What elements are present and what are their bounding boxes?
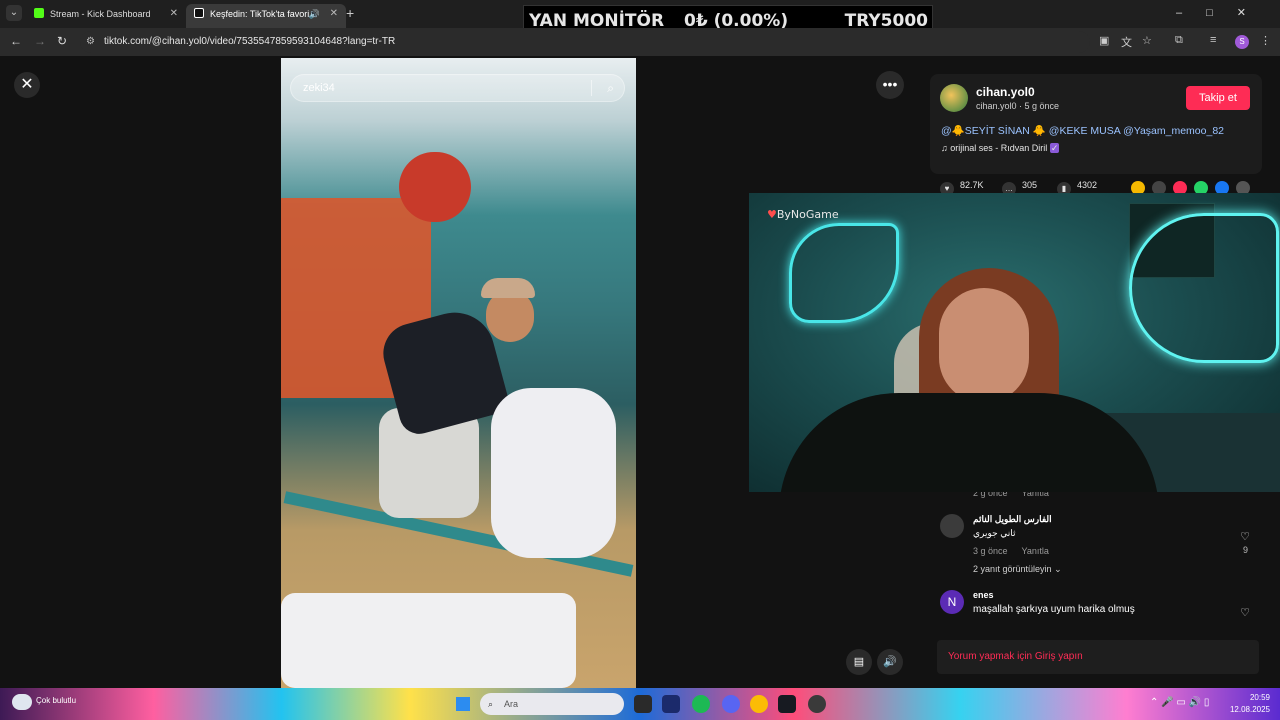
more-options-button[interactable]: •••	[876, 71, 904, 99]
comment-text: ثاني جويري	[973, 528, 1016, 538]
reading-list-icon[interactable]: ≡	[1210, 34, 1216, 46]
tab-kick-dashboard[interactable]: Stream - Kick Dashboard ✕	[26, 4, 186, 28]
view-replies-text: 2 yanıt görüntüleyin	[973, 564, 1052, 574]
heart-icon[interactable]: ♡	[1240, 606, 1250, 619]
url-text: tiktok.com/@cihan.yol0/video/75355478595…	[104, 36, 396, 47]
chevron-down-icon: ⌄	[1054, 564, 1062, 574]
close-icon[interactable]: ✕	[14, 72, 40, 98]
reload-icon[interactable]: ↻	[57, 34, 67, 48]
taskbar-search[interactable]: ⌕ Ara	[480, 693, 624, 715]
cam-streamer-face	[939, 288, 1029, 403]
music-title: orijinal ses - Rıdvan Diril	[950, 143, 1048, 153]
weather-widget[interactable]: Çok bulutlu	[10, 694, 77, 710]
clock-time: 20:59	[1249, 693, 1270, 702]
app-icon[interactable]	[662, 695, 680, 713]
task-view-icon[interactable]	[634, 695, 652, 713]
video-scene-cap	[481, 278, 535, 298]
close-tab-icon[interactable]: ✕	[170, 4, 178, 24]
cam-neon-light	[789, 223, 899, 323]
cam-neon-light	[1129, 213, 1279, 363]
back-icon[interactable]: ←	[10, 34, 22, 48]
cam-label-text: ByNoGame	[776, 208, 839, 221]
tab-title: Keşfedin: TikTok'ta favori vi	[210, 9, 310, 19]
music-info[interactable]: ♫ orijinal ses - Rıdvan Diril ✓	[941, 143, 1060, 154]
video-scene-bale	[281, 593, 576, 688]
reply-link[interactable]: Yanıtla	[1022, 546, 1049, 556]
author-username[interactable]: cihan.yol0	[976, 85, 1035, 99]
chrome-icon[interactable]	[750, 695, 768, 713]
comment-author[interactable]: الفارس الطويل النائم	[973, 514, 1052, 525]
save-count: 4302	[1077, 180, 1098, 190]
verified-icon: ✓	[1049, 143, 1060, 153]
search-icon: ⌕	[488, 699, 494, 709]
cast-icon[interactable]: ▣	[1099, 34, 1109, 47]
tab-title: Stream - Kick Dashboard	[50, 9, 150, 19]
video-player[interactable]: zeki34 ⌕	[281, 58, 636, 688]
kick-icon	[34, 8, 44, 18]
heart-icon[interactable]: ♡	[1240, 530, 1250, 543]
comment-like-count: 9	[1242, 545, 1248, 555]
tiktok-icon	[194, 8, 204, 18]
cam-label: ♥ByNoGame	[767, 208, 839, 221]
clock-date: 12.08.2025	[1229, 705, 1270, 714]
search-text: zeki34	[303, 82, 335, 94]
music-note-icon: ♫	[941, 143, 951, 153]
video-scene-sack	[491, 388, 616, 558]
spotify-icon[interactable]	[692, 695, 710, 713]
new-tab-button[interactable]: +	[346, 5, 354, 21]
follow-button[interactable]: Takip et	[1186, 86, 1250, 110]
extensions-icon[interactable]: ⧉	[1175, 34, 1183, 47]
speaker-icon[interactable]: 🔊	[309, 4, 320, 24]
cam-streamer-body	[779, 393, 1159, 492]
search-divider	[591, 80, 592, 96]
cloud-icon	[12, 694, 32, 710]
address-bar[interactable]: ⚙ tiktok.com/@cihan.yol0/video/753554785…	[80, 31, 1090, 53]
pip-button[interactable]: ▤	[846, 649, 872, 675]
comment-count: 305	[1022, 180, 1038, 190]
comment-time: 3 g önce	[973, 546, 1008, 556]
forward-icon[interactable]: →	[34, 34, 46, 48]
taskbar-search-placeholder: Ara	[504, 699, 519, 709]
translate-icon[interactable]: 文	[1121, 34, 1132, 50]
comment-text: maşallah şarkıya uyum harika olmuş	[973, 604, 1135, 615]
author-panel: cihan.yol0 cihan.yol0 · 5 g önce Takip e…	[930, 74, 1262, 174]
discord-icon[interactable]	[722, 695, 740, 713]
menu-icon[interactable]: ⋮	[1260, 34, 1271, 47]
webcam-overlay: ♥ByNoGame	[749, 193, 1280, 492]
site-info-icon[interactable]: ⚙	[86, 31, 95, 53]
taskbar: Çok bulutlu ⌕ Ara ⌃ 🎤 ▭ 🔊 ▯ 20:59 12.08.20…	[0, 688, 1280, 720]
comment-avatar[interactable]	[940, 514, 964, 538]
like-count: 82.7K	[960, 180, 984, 190]
weather-text: Çok bulutlu	[36, 696, 77, 705]
profile-avatar[interactable]: S	[1235, 35, 1249, 49]
steam-icon[interactable]	[778, 695, 796, 713]
search-icon[interactable]: ⌕	[607, 75, 614, 101]
tab-tiktok[interactable]: Keşfedin: TikTok'ta favori vi 🔊 ✕	[186, 4, 346, 28]
start-button[interactable]	[456, 697, 470, 711]
author-meta: cihan.yol0 · 5 g önce	[976, 101, 1060, 111]
search-input[interactable]: zeki34 ⌕	[290, 74, 625, 102]
comment-item: الفارس الطويل النائم ثاني جويري 3 g önce…	[930, 514, 1262, 584]
view-replies-link[interactable]: 2 yanıt görüntüleyin ⌄	[973, 564, 1062, 575]
clock[interactable]: 20:59 12.08.2025	[1230, 692, 1270, 716]
comment-avatar[interactable]: N	[940, 590, 964, 614]
window-controls[interactable]: –□✕	[1176, 6, 1270, 19]
system-tray[interactable]: ⌃ 🎤 ▭ 🔊 ▯	[1150, 697, 1209, 708]
avatar[interactable]	[940, 84, 968, 112]
tab-search-button[interactable]: ⌄	[6, 5, 22, 21]
browser-toolbar: ← → ↻ ⚙ tiktok.com/@cihan.yol0/video/753…	[0, 28, 1280, 56]
heart-icon: ♥	[767, 208, 777, 221]
comment-item: N enes maşallah şarkıya uyum harika olmu…	[930, 590, 1262, 630]
video-scene-tank	[399, 152, 471, 222]
obs-icon[interactable]	[808, 695, 826, 713]
bookmark-star-icon[interactable]: ☆	[1142, 34, 1152, 47]
login-to-comment[interactable]: Yorum yapmak için Giriş yapın	[937, 640, 1259, 674]
video-caption[interactable]: @🐥SEYİT SİNAN 🐥 @KEKE MUSA @Yaşam_memoo_…	[941, 124, 1224, 137]
volume-button[interactable]: 🔊	[877, 649, 903, 675]
close-tab-icon[interactable]: ✕	[330, 4, 338, 24]
comment-author[interactable]: enes	[973, 590, 994, 600]
